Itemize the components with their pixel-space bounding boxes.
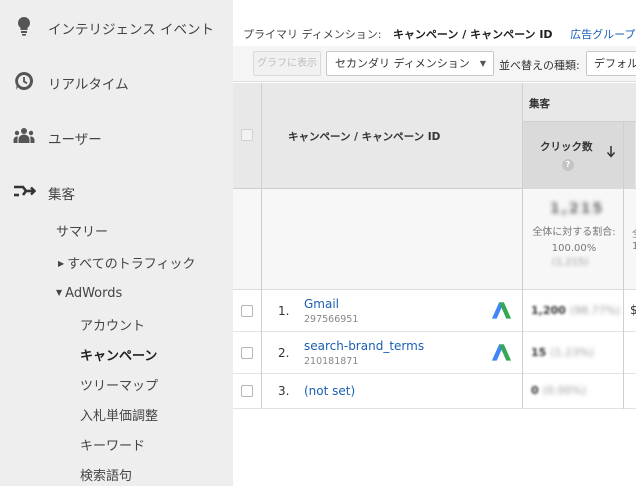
- sidebar-item-label: すべてのトラフィック: [67, 257, 196, 272]
- sidebar-item-all-traffic[interactable]: ▶ すべてのトラフィック: [58, 253, 195, 272]
- totals-row: 1,215 全体に対する割合: 100.00% (1,215) 全 1: [233, 189, 636, 290]
- sidebar-item-label: AdWords: [65, 286, 123, 301]
- clicks-cell: 0 (0.00%): [531, 384, 586, 397]
- sort-type-value: デフォルト: [594, 57, 636, 70]
- primary-dimension-selected: キャンペーン / キャンペーン ID: [392, 28, 553, 41]
- sidebar-item-adwords[interactable]: ▼ AdWords: [56, 286, 122, 301]
- clock-icon: [15, 71, 34, 90]
- row-checkbox[interactable]: [241, 385, 253, 397]
- sidebar-item-label: ユーザー: [48, 132, 102, 148]
- chevron-down-icon: ▼: [56, 288, 63, 297]
- secondary-dimension-label: セカンダリ ディメンション: [335, 57, 470, 70]
- sidebar-item-label: アカウント: [80, 319, 146, 334]
- campaign-link[interactable]: (not set): [304, 384, 355, 398]
- totals-clicks-subvalue: (1,215): [552, 257, 589, 268]
- primary-dimension-bar: プライマリ ディメンション: キャンペーン / キャンペーン ID 広告グループ: [243, 26, 635, 42]
- sidebar-item-accounts[interactable]: アカウント: [80, 315, 145, 334]
- table-header: キャンペーン / キャンペーン ID 集客 クリック数 ?: [233, 83, 636, 189]
- sidebar-item-label: 検索語句: [80, 469, 133, 484]
- sidebar-item-label: ツリーマップ: [80, 379, 159, 394]
- sidebar-item-label: インテリジェンス イベント: [48, 22, 215, 38]
- sidebar-item-label: キャンペーン: [80, 349, 158, 364]
- sidebar-item-treemaps[interactable]: ツリーマップ: [80, 375, 158, 394]
- sidebar-item-label: リアルタイム: [48, 77, 129, 93]
- sidebar-item-keywords[interactable]: キーワード: [80, 435, 145, 454]
- sidebar-item-label: サマリー: [56, 225, 109, 240]
- clicks-percent: (0.00%): [542, 384, 587, 397]
- campaign-id: 210181871: [304, 356, 359, 367]
- clicks-percent: (1.23%): [550, 346, 594, 359]
- primary-dimension-ad-group-link[interactable]: 広告グループ: [570, 28, 635, 41]
- totals-clicks-value: 1,215: [550, 201, 605, 217]
- row-number: 2.: [278, 346, 290, 360]
- sidebar: インテリジェンス イベント リアルタイム ユーザー 集客 サマリー ▶ すべての…: [0, 0, 233, 486]
- column-divider: [522, 83, 523, 409]
- sidebar-item-intelligence-events[interactable]: インテリジェンス イベント: [0, 12, 233, 42]
- sidebar-item-campaigns[interactable]: キャンペーン: [80, 345, 157, 364]
- sidebar-item-label: キーワード: [80, 439, 146, 454]
- sort-descending-icon: [606, 146, 616, 158]
- sidebar-item-label: 集客: [48, 187, 75, 203]
- sidebar-item-realtime[interactable]: リアルタイム: [0, 67, 233, 97]
- sidebar-item-label: 入札単価調整: [80, 409, 159, 424]
- totals-clicks: 1,215 全体に対する割合: 100.00% (1,215): [522, 189, 623, 290]
- campaign-link[interactable]: search-brand_terms: [304, 339, 424, 353]
- column-header-clicks-label: クリック数: [540, 141, 593, 153]
- users-icon: [13, 128, 35, 143]
- select-all-checkbox[interactable]: [241, 129, 253, 141]
- secondary-dimension-dropdown[interactable]: セカンダリ ディメンション ▼: [326, 51, 494, 76]
- lightbulb-icon: [17, 16, 31, 36]
- sort-type-dropdown[interactable]: デフォルト: [586, 51, 636, 76]
- row-checkbox[interactable]: [241, 347, 253, 359]
- table-row: 1. Gmail 297566951 1,200 (98.77%) $: [233, 290, 636, 332]
- clicks-value: 0: [531, 384, 539, 397]
- sidebar-item-users[interactable]: ユーザー: [0, 122, 233, 152]
- chevron-down-icon: ▼: [479, 59, 486, 68]
- adwords-logo-icon[interactable]: [490, 300, 513, 320]
- chevron-right-icon: ▶: [58, 259, 65, 268]
- totals-next-column-edge: 全: [632, 225, 636, 240]
- clicks-percent: (98.77%): [569, 304, 621, 317]
- column-header-clicks[interactable]: クリック数 ?: [522, 121, 635, 189]
- row-number: 3.: [278, 384, 290, 398]
- campaign-link[interactable]: Gmail: [304, 297, 339, 311]
- clicks-cell: 1,200 (98.77%): [531, 304, 620, 317]
- help-icon[interactable]: ?: [562, 159, 574, 171]
- column-divider: [623, 121, 624, 409]
- data-table: キャンペーン / キャンペーン ID 集客 クリック数 ? 1,215 全体に対…: [233, 83, 636, 409]
- plot-rows-button[interactable]: グラフに表示: [253, 51, 321, 76]
- clicks-value: 1,200: [531, 304, 566, 317]
- column-group-acquisition: 集客: [529, 98, 550, 110]
- next-column-edge: $: [630, 303, 636, 317]
- header-divider: [522, 121, 636, 122]
- sidebar-item-summary[interactable]: サマリー: [56, 221, 108, 240]
- table-row: 2. search-brand_terms 210181871 15 (1.23%…: [233, 332, 636, 374]
- primary-dimension-label: プライマリ ディメンション:: [243, 28, 382, 41]
- clicks-cell: 15 (1.23%): [531, 346, 594, 359]
- adwords-logo-icon[interactable]: [490, 342, 513, 362]
- row-checkbox[interactable]: [241, 305, 253, 317]
- acquisition-icon: [14, 185, 36, 197]
- sort-type-label: 並べ替えの種類:: [499, 59, 580, 72]
- column-header-campaign[interactable]: キャンペーン / キャンペーン ID: [288, 129, 440, 144]
- campaign-id: 297566951: [304, 314, 359, 325]
- sidebar-item-acquisition[interactable]: 集客: [0, 177, 233, 207]
- row-number: 1.: [278, 304, 290, 318]
- column-divider: [261, 83, 262, 409]
- sidebar-item-bid-adjustments[interactable]: 入札単価調整: [80, 405, 158, 424]
- table-row: 3. (not set) 0 (0.00%): [233, 374, 636, 409]
- sidebar-item-search-queries[interactable]: 検索語句: [80, 465, 132, 484]
- totals-clicks-percent: 全体に対する割合: 100.00%: [532, 227, 616, 254]
- clicks-value: 15: [531, 346, 547, 359]
- totals-next-column-edge: 1: [632, 241, 636, 252]
